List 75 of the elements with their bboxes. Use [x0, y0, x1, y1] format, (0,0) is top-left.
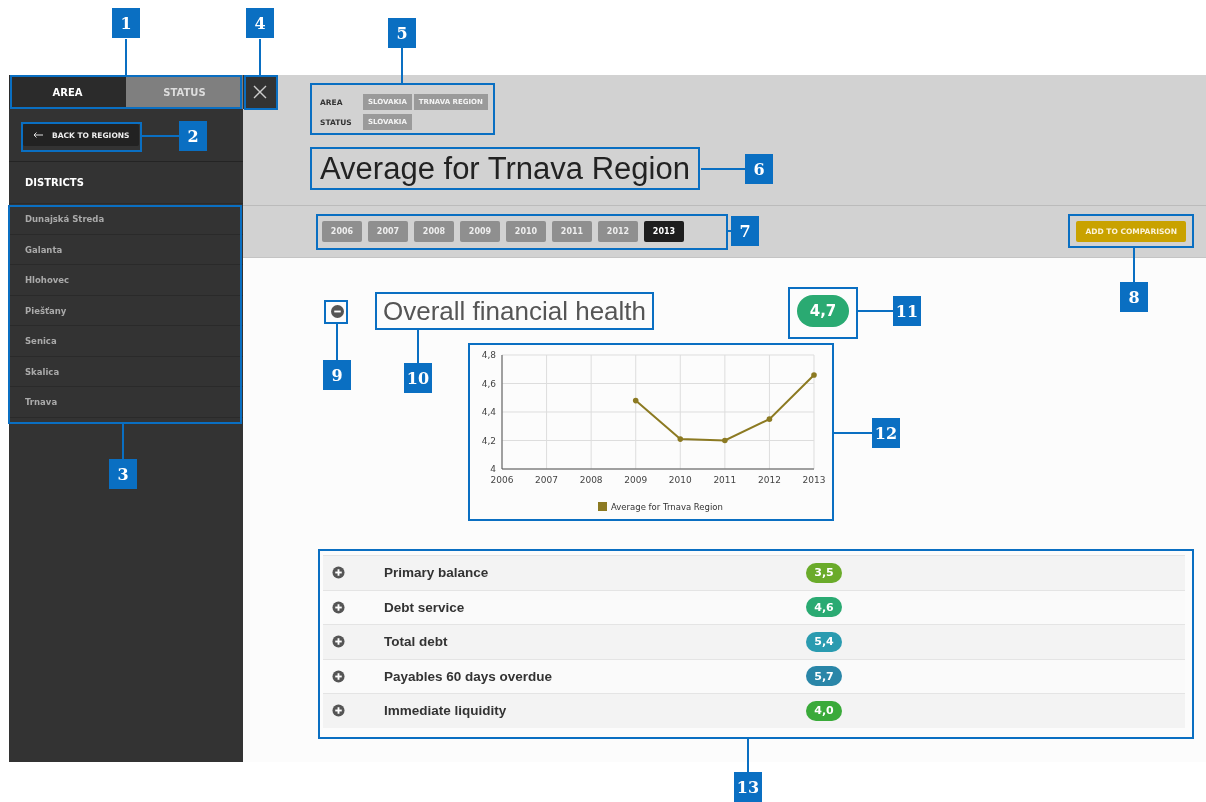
y-tick-label: 4,6	[481, 378, 496, 389]
arrow-left-icon	[33, 132, 43, 138]
callout-badge: 9	[323, 360, 351, 390]
x-tick-label: 2012	[758, 475, 781, 485]
expand-icon[interactable]	[332, 704, 345, 718]
year-button[interactable]: 2012	[598, 221, 638, 242]
indicator-name: Primary balance	[384, 565, 490, 581]
x-tick-label: 2011	[713, 475, 737, 485]
expand-icon[interactable]	[332, 669, 345, 683]
leader-line	[125, 39, 127, 76]
legend-label: Average for Trnava Region	[611, 502, 723, 512]
year-button[interactable]: 2006	[322, 221, 362, 242]
leader-line	[857, 310, 894, 312]
collapse-icon[interactable]	[331, 304, 344, 318]
score-badge: 4,0	[806, 700, 842, 721]
callout-outline	[324, 300, 348, 324]
callout-badge: 7	[731, 216, 759, 246]
year-button[interactable]: 2013	[644, 221, 684, 242]
x-tick-label: 2006	[490, 475, 514, 485]
y-tick-label: 4,8	[481, 350, 496, 360]
x-tick-label: 2013	[802, 475, 826, 485]
callout-badge: 2	[179, 121, 207, 151]
data-point	[632, 397, 639, 404]
section-title: Overall financial health	[383, 298, 647, 324]
leader-line	[141, 135, 180, 137]
callout-badge: 12	[872, 418, 900, 448]
leader-line	[122, 423, 124, 460]
callout-outline	[788, 287, 858, 339]
callout-outline	[244, 75, 278, 110]
callout-badge: 11	[893, 296, 921, 326]
y-tick-label: 4	[490, 464, 496, 474]
score-badge: 3,5	[806, 562, 842, 583]
indicator-name: Payables 60 days overdue	[384, 668, 554, 684]
leader-line	[259, 39, 261, 76]
score-badge: 4,7	[797, 295, 849, 327]
score-badge: 4,6	[806, 597, 842, 618]
leader-line	[336, 323, 338, 361]
indicator-name: Debt service	[384, 599, 466, 615]
data-point	[722, 437, 728, 444]
indicator-name: Immediate liquidity	[384, 703, 508, 719]
year-button[interactable]: 2008	[414, 221, 454, 242]
x-tick-label: 2010	[668, 475, 692, 485]
y-tick-label: 4,2	[481, 435, 496, 446]
year-button[interactable]: 2007	[368, 221, 408, 242]
indicator-name: Total debt	[384, 634, 449, 650]
callout-badge: 8	[1120, 282, 1148, 312]
expand-icon[interactable]	[332, 635, 345, 649]
callout-badge: 1	[112, 8, 140, 38]
leader-line	[833, 432, 873, 434]
score-badge: 5,4	[806, 631, 842, 652]
callout-badge: 10	[404, 363, 432, 393]
leader-line	[747, 738, 749, 773]
score-badge: 5,7	[806, 666, 842, 687]
callout-badge: 5	[388, 18, 416, 48]
data-point	[677, 436, 684, 442]
leader-line	[401, 47, 403, 84]
data-point	[811, 372, 817, 378]
x-tick-label: 2007	[535, 475, 558, 485]
legend-swatch	[598, 502, 607, 511]
data-point	[766, 416, 773, 422]
callout-badge: 4	[246, 8, 274, 38]
callout-badge: 6	[745, 154, 773, 184]
callout-badge: 3	[109, 459, 137, 489]
x-tick-label: 2008	[579, 475, 603, 485]
page-title: Average for Trnava Region	[320, 153, 690, 184]
expand-icon[interactable]	[332, 600, 345, 614]
year-button[interactable]: 2011	[552, 221, 592, 242]
expand-icon[interactable]	[332, 566, 345, 580]
year-button[interactable]: 2010	[506, 221, 546, 242]
close-icon	[253, 85, 267, 99]
year-button[interactable]: 2009	[460, 221, 500, 242]
leader-line	[1133, 247, 1135, 283]
callout-badge: 13	[734, 772, 762, 802]
y-tick-label: 4,4	[481, 407, 496, 417]
x-tick-label: 2009	[624, 475, 648, 485]
